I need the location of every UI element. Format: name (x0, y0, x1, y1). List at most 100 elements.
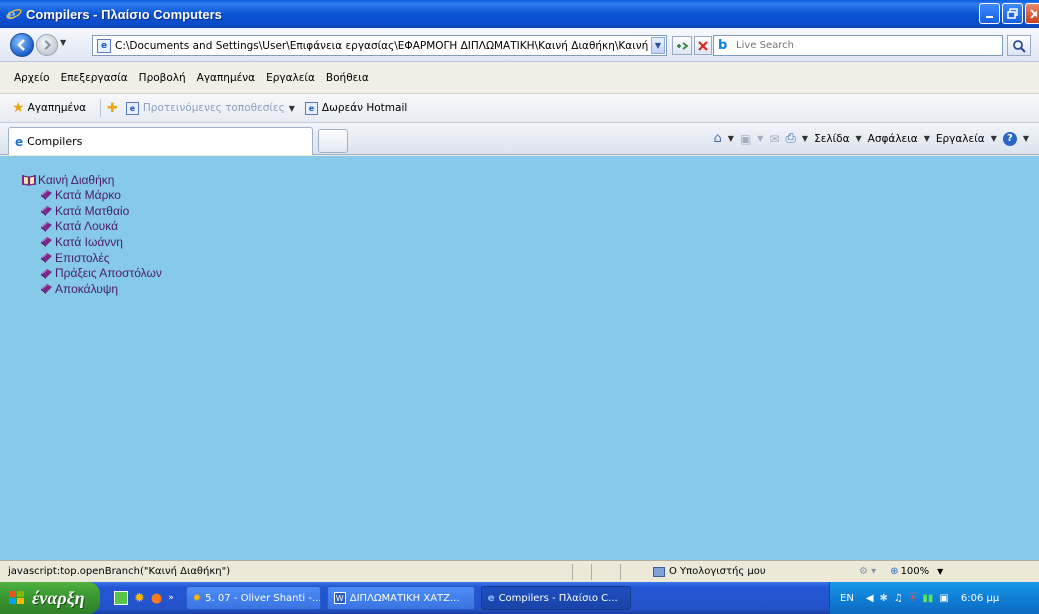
security-icon[interactable]: ⛨ (909, 593, 917, 604)
live-search-icon: b (718, 37, 728, 53)
menu-file[interactable]: Αρχείο (14, 72, 50, 84)
chevron-down-icon[interactable]: ▼ (856, 134, 862, 143)
browser-icon[interactable]: ● (151, 591, 162, 606)
address-input[interactable]: C:\Documents and Settings\User\Επιφάνεια… (115, 40, 651, 52)
menu-favorites[interactable]: Αγαπημένα (197, 72, 255, 84)
tree-item-label[interactable]: Αποκάλυψη (55, 282, 118, 296)
tree-item[interactable]: Αποκάλυψη (40, 281, 162, 297)
media-icon[interactable]: ✹ (134, 591, 145, 606)
system-tray: EN ◀ ✱ ♫ ⛨ ▮▮ ▣ 6:06 μμ (829, 582, 1039, 614)
ie-page-icon: e (15, 134, 24, 149)
suggested-sites-label: Προτεινόμενες τοποθεσίες (142, 102, 285, 114)
address-toolbar: ▼ e C:\Documents and Settings\User\Επιφά… (0, 28, 1039, 62)
volume-icon[interactable]: ♫ (894, 593, 903, 604)
player-icon: ✹ (192, 592, 202, 604)
suggested-sites-link[interactable]: e Προτεινόμενες τοποθεσίες ▼ (125, 101, 295, 115)
tree-item-label[interactable]: Κατά Λουκά (55, 219, 118, 233)
menu-edit[interactable]: Επεξεργασία (61, 72, 128, 84)
tab-compilers[interactable]: e Compilers (8, 127, 313, 155)
tree-item[interactable]: Επιστολές (40, 250, 162, 266)
start-button[interactable]: έναρξη (0, 582, 100, 614)
language-indicator[interactable]: EN (840, 593, 854, 604)
favorites-star-icon[interactable]: ★ (12, 100, 25, 116)
mail-icon[interactable]: ✉ (769, 132, 779, 146)
history-dropdown-icon[interactable]: ▼ (60, 38, 66, 47)
chevron-down-icon[interactable]: ▼ (757, 134, 763, 143)
tree-item-label[interactable]: Πράξεις Αποστόλων (55, 266, 162, 280)
page-menu[interactable]: Σελίδα (814, 133, 849, 145)
minimize-button[interactable] (979, 3, 1000, 24)
zoom-level[interactable]: 100% (901, 566, 930, 577)
menu-view[interactable]: Προβολή (139, 72, 186, 84)
protected-mode-icon[interactable]: ⚙ ▾ (859, 566, 876, 577)
task-button[interactable]: ✹ 5. 07 - Oliver Shanti -... (185, 586, 321, 610)
page-icon: e (304, 101, 318, 115)
tab-label: Compilers (27, 135, 83, 148)
network-icon[interactable]: ◀ (866, 593, 874, 604)
stop-button[interactable] (694, 36, 712, 55)
tree-children: Κατά Μάρκο Κατά Ματθαίο Κατά Λουκά Κατά … (40, 187, 162, 297)
refresh-button[interactable] (672, 36, 692, 55)
wifi-icon[interactable]: ▮▮ (922, 593, 933, 604)
quick-launch: ✹ ● » (114, 591, 174, 606)
task-label: Compilers - Πλαίσιο C... (498, 592, 618, 604)
help-icon[interactable]: ? (1002, 131, 1017, 146)
task-label: 5. 07 - Oliver Shanti -... (205, 592, 321, 604)
tree-item-label[interactable]: Κατά Ιωάννη (55, 235, 123, 249)
arrow-right-icon (44, 39, 52, 51)
print-icon[interactable]: ⎙ (786, 131, 796, 146)
new-tab-button[interactable] (318, 129, 348, 153)
tree-item[interactable]: Κατά Ιωάννη (40, 234, 162, 250)
chevron-down-icon[interactable]: ▼ (728, 134, 734, 143)
address-bar[interactable]: e C:\Documents and Settings\User\Επιφάνε… (92, 35, 667, 56)
maximize-button[interactable] (1002, 3, 1023, 24)
chevron-down-icon[interactable]: ▼ (991, 134, 997, 143)
tree-item-label[interactable]: Επιστολές (55, 251, 110, 265)
book-icon (41, 268, 52, 279)
chevron-down-icon[interactable]: ▼ (1023, 134, 1029, 143)
address-dropdown-icon[interactable]: ▼ (651, 37, 665, 54)
divider (100, 99, 101, 117)
tree-root-label[interactable]: Καινή Διαθήκη (38, 173, 114, 187)
page-icon: e (97, 38, 111, 53)
home-icon[interactable]: ⌂ (714, 131, 722, 146)
menu-tools[interactable]: Εργαλεία (266, 72, 315, 84)
safety-menu[interactable]: Ασφάλεια (868, 133, 918, 145)
monitor-icon[interactable]: ▣ (939, 593, 948, 604)
tree-item-label[interactable]: Κατά Ματθαίο (55, 204, 129, 218)
task-button[interactable]: W ΔΙΠΛΩΜΑΤΙΚΗ ΧΑΤΖ... (326, 586, 475, 610)
tree-item[interactable]: Κατά Ματθαίο (40, 203, 162, 219)
computer-zone-icon (653, 566, 665, 577)
tree-item[interactable]: Κατά Μάρκο (40, 187, 162, 203)
search-input[interactable] (736, 40, 986, 51)
favorites-bar: ★ Αγαπημένα ✚ e Προτεινόμενες τοποθεσίες… (0, 94, 1039, 123)
taskbar: έναρξη ✹ ● » ✹ 5. 07 - Oliver Shanti -..… (0, 582, 1039, 614)
menu-help[interactable]: Βοήθεια (326, 72, 369, 84)
tree-item-label[interactable]: Κατά Μάρκο (55, 188, 121, 202)
feeds-icon[interactable]: ▣ (740, 132, 751, 146)
bluetooth-icon[interactable]: ✱ (880, 593, 888, 604)
chevron-down-icon[interactable]: ▼ (924, 134, 930, 143)
back-button[interactable] (10, 33, 34, 57)
hotmail-link[interactable]: e Δωρεάν Hotmail (304, 101, 407, 115)
zoom-icon[interactable]: ⊕ (890, 566, 898, 577)
tree-item[interactable]: Κατά Λουκά (40, 218, 162, 234)
clock[interactable]: 6:06 μμ (961, 593, 999, 604)
add-favorite-icon[interactable]: ✚ (107, 101, 118, 116)
chevron-down-icon[interactable]: ▼ (937, 567, 943, 576)
tree-item[interactable]: Πράξεις Αποστόλων (40, 265, 162, 281)
favorites-button[interactable]: Αγαπημένα (28, 102, 86, 114)
chevron-down-icon[interactable]: ▼ (802, 134, 808, 143)
windows-logo-icon (9, 591, 24, 604)
close-button[interactable] (1025, 3, 1039, 24)
search-box[interactable]: b (713, 35, 1003, 56)
forward-button[interactable] (36, 34, 58, 56)
open-book-icon (22, 174, 36, 186)
search-button[interactable] (1007, 35, 1031, 56)
tools-menu[interactable]: Εργαλεία (936, 133, 985, 145)
tree-root[interactable]: Καινή Διαθήκη (22, 172, 162, 187)
desktop-icon[interactable] (114, 591, 128, 605)
chevron-right-icon[interactable]: » (168, 593, 174, 603)
chevron-down-icon: ▼ (288, 103, 295, 113)
task-button-active[interactable]: e Compilers - Πλαίσιο C... (480, 586, 631, 610)
